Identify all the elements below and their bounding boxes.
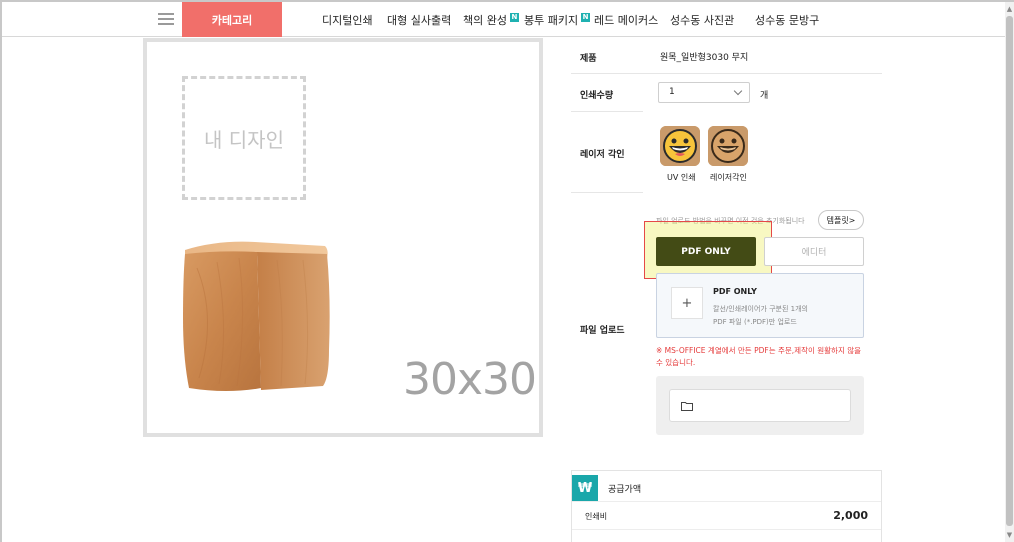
nav-item-label: 디지털인쇄 (322, 14, 373, 27)
divider (571, 111, 643, 112)
upload-desc-line: 칼선/인쇄레이어가 구분된 1개의 (713, 305, 808, 313)
product-label: 제품 (580, 54, 597, 64)
print-fee-label: 인쇄비 (585, 512, 608, 521)
folder-icon (681, 402, 693, 411)
print-fee-value: 2,000 (833, 509, 868, 522)
nav-item-label: 성수동 사진관 (670, 14, 735, 27)
product-value: 원목_일반형3030 무지 (660, 53, 749, 63)
quantity-value: 1 (669, 87, 675, 97)
product-preview: 내 디자인 30x30 (143, 38, 543, 437)
editor-button[interactable]: 에디터 (764, 237, 864, 266)
nav-item-stationery[interactable]: 성수동 문방구 (755, 12, 819, 28)
nav-item-red-makers[interactable]: 레드 메이커스 (594, 12, 658, 28)
file-input[interactable] (669, 389, 851, 422)
pdf-upload-box[interactable]: + PDF ONLY 칼선/인쇄레이어가 구분된 1개의 PDF 파일 (*.P… (656, 273, 864, 338)
pdf-only-button[interactable]: PDF ONLY (656, 237, 756, 266)
grinning-face-icon (660, 126, 700, 166)
laser-engrave-option[interactable] (708, 126, 748, 166)
top-nav: 카테고리 디지털인쇄 대형 실사출력 책의 완성 N 봉투 패키지 N 레드 메… (2, 2, 1006, 37)
divider (571, 192, 643, 193)
upload-box-desc: 칼선/인쇄레이어가 구분된 1개의 PDF 파일 (*.PDF)만 업로드 (713, 303, 808, 329)
divider (572, 529, 881, 530)
uv-print-option[interactable] (660, 126, 700, 166)
laser-engrave-label: 레이저각인 (710, 173, 747, 182)
divider (571, 73, 882, 74)
scroll-up-arrow-icon[interactable]: ▲ (1005, 5, 1014, 13)
window-border-left (0, 0, 2, 542)
divider (572, 501, 881, 502)
scroll-thumb[interactable] (1006, 16, 1013, 526)
file-list-area (656, 376, 864, 435)
nav-item-envelope-package[interactable]: 봉투 패키지 N (524, 12, 591, 28)
ms-office-warning: ※ MS-OFFICE 계열에서 만든 PDF는 주문,제작이 원활하지 않을 … (656, 346, 862, 367)
upload-desc-line: PDF 파일 (*.PDF)만 업로드 (713, 318, 797, 326)
nav-item-large-print[interactable]: 대형 실사출력 (387, 12, 451, 28)
chevron-down-icon (733, 86, 743, 96)
category-button[interactable]: 카테고리 (182, 2, 282, 37)
new-badge: N (509, 12, 519, 22)
my-design-label: 내 디자인 (204, 127, 284, 152)
hamburger-menu-icon[interactable] (158, 13, 174, 25)
file-upload-label: 파일 업로드 (580, 326, 625, 336)
price-title: 공급가액 (608, 485, 642, 495)
wooden-block-image (183, 241, 330, 391)
nav-item-photo-studio[interactable]: 성수동 사진관 (670, 12, 734, 28)
laser-label: 레이저 각인 (580, 150, 625, 160)
new-badge: N (581, 12, 591, 22)
my-design-placeholder: 내 디자인 (182, 76, 306, 200)
nav-item-label: 성수동 문방구 (755, 14, 820, 27)
nav-item-digital-print[interactable]: 디지털인쇄 (322, 12, 373, 28)
won-icon: ₩ (572, 475, 598, 501)
scroll-down-arrow-icon[interactable]: ▼ (1005, 531, 1014, 539)
quantity-unit: 개 (760, 91, 769, 101)
template-button[interactable]: 템플릿> (818, 210, 864, 230)
nav-item-book[interactable]: 책의 완성 N (463, 12, 519, 28)
quantity-label: 인쇄수량 (580, 91, 614, 101)
nav-item-label: 책의 완성 (463, 14, 507, 27)
price-summary: ₩ 공급가액 인쇄비 2,000 (571, 470, 882, 542)
vertical-scrollbar[interactable]: ▲ ▼ (1005, 2, 1014, 542)
size-label: 30x30 (403, 354, 537, 405)
plus-icon[interactable]: + (671, 287, 703, 319)
grinning-face-engraved-icon (708, 126, 748, 166)
quantity-select[interactable]: 1 (658, 82, 750, 103)
nav-item-label: 대형 실사출력 (387, 14, 452, 27)
uv-print-label: UV 인쇄 (667, 173, 696, 182)
nav-item-label: 레드 메이커스 (594, 14, 659, 27)
nav-item-label: 봉투 패키지 (524, 14, 579, 27)
upload-box-title: PDF ONLY (713, 287, 757, 296)
